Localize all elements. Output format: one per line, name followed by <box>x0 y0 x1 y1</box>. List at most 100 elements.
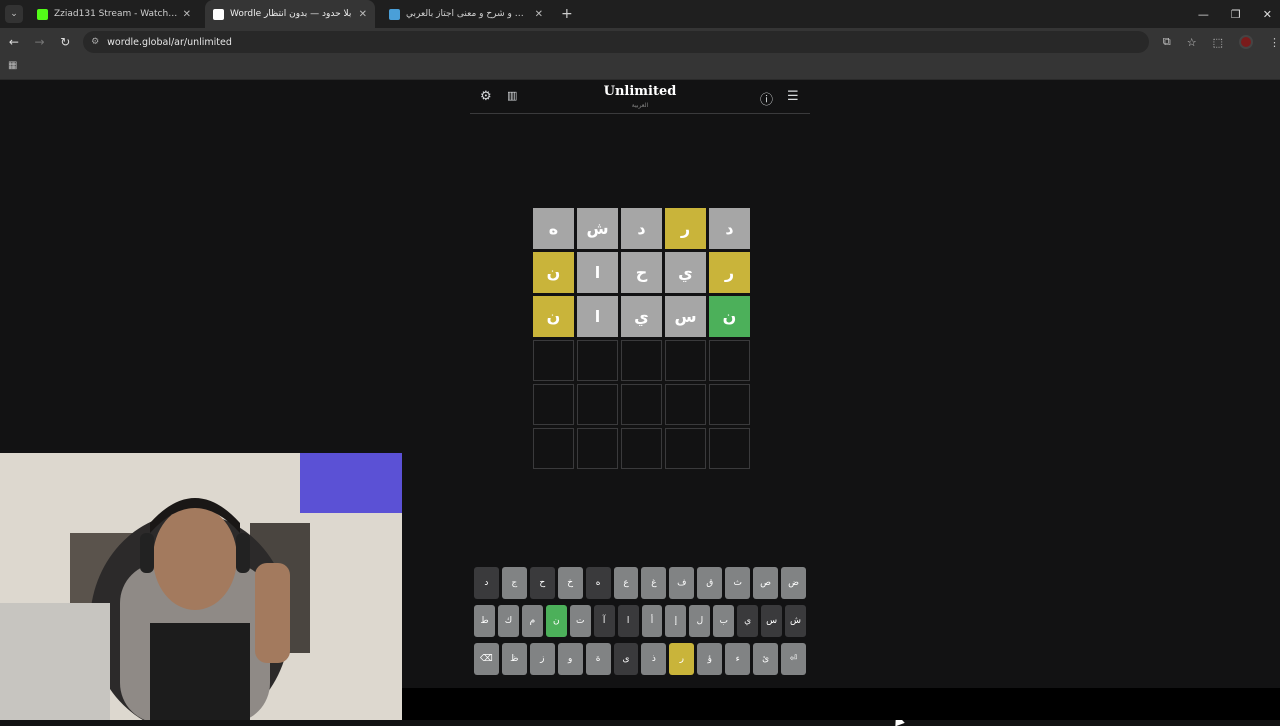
keyboard-key[interactable]: ن <box>545 605 567 637</box>
board-row: دردشه <box>530 208 750 249</box>
browser-tab[interactable]: Zziad131 Stream - Watch Live o ✕ <box>29 0 199 28</box>
back-icon[interactable]: ← <box>2 35 26 49</box>
board-row <box>530 428 750 469</box>
keyboard-key[interactable]: ث <box>725 567 751 599</box>
keyboard-key[interactable]: ك <box>498 605 519 637</box>
minimize-icon[interactable]: — <box>1198 8 1209 21</box>
keyboard-key[interactable]: ت <box>569 605 591 637</box>
close-tab-icon[interactable]: ✕ <box>359 9 367 20</box>
keyboard-key[interactable]: ش <box>785 605 806 637</box>
board-tile: ش <box>577 208 618 249</box>
profile-avatar[interactable] <box>1239 35 1254 49</box>
tab-title: تعريف و شرح و معنى اجتاز بالعربي <box>406 9 531 19</box>
tab-search-icon[interactable]: ⌄ <box>5 5 23 23</box>
tab-title: Zziad131 Stream - Watch Live o <box>54 9 179 19</box>
extensions-icon[interactable]: ⬚ <box>1213 36 1223 49</box>
board-tile: ا <box>577 296 618 337</box>
keyboard-key[interactable]: و <box>557 643 583 675</box>
keyboard-key[interactable]: ج <box>501 567 527 599</box>
board-tile: ي <box>621 296 662 337</box>
window-controls: — ❐ ✕ <box>1198 0 1272 28</box>
keyboard-key[interactable]: ئ <box>753 643 779 675</box>
keyboard-row: ضصثقفغعهخحجد <box>473 567 806 599</box>
close-tab-icon[interactable]: ✕ <box>535 9 543 20</box>
keyboard-key[interactable]: إ <box>665 605 687 637</box>
game-header: ⚙ ▥ Unlimited العربية ⓘ ☰ <box>470 80 810 114</box>
cast-icon[interactable]: ⧉ <box>1163 35 1171 49</box>
keyboard-key[interactable]: ذ <box>641 643 667 675</box>
keyboard-key[interactable]: آ <box>593 605 615 637</box>
board-tile <box>665 384 706 425</box>
keyboard-key[interactable]: ب <box>713 605 735 637</box>
board-tile: ر <box>709 252 750 293</box>
keyboard-key[interactable]: أ <box>641 605 663 637</box>
reload-icon[interactable]: ↻ <box>53 35 77 49</box>
browser-menu-icon[interactable]: ⋮ <box>1269 36 1280 49</box>
game-board: دردشهريحاننسيان <box>530 208 750 472</box>
board-tile: د <box>621 208 662 249</box>
keyboard-key[interactable]: ع <box>613 567 639 599</box>
board-tile: ي <box>665 252 706 293</box>
board-row: ريحان <box>530 252 750 293</box>
keyboard-key[interactable]: ز <box>529 643 555 675</box>
keyboard-key[interactable]: ط <box>474 605 496 637</box>
keyboard-key[interactable]: ض <box>781 567 806 599</box>
keyboard-key[interactable]: د <box>473 567 499 599</box>
board-tile: ر <box>665 208 706 249</box>
board-tile <box>533 428 574 469</box>
forward-icon[interactable]: → <box>28 35 52 49</box>
language-subtitle: العربية <box>631 102 649 109</box>
url-text: wordle.global/ar/unlimited <box>107 36 232 48</box>
keyboard-key[interactable]: ه <box>585 567 611 599</box>
board-tile: س <box>665 296 706 337</box>
browser-tab-bar: ⌄ Zziad131 Stream - Watch Live o✕Wordle … <box>0 0 1280 28</box>
kick-icon <box>37 8 48 20</box>
hamburger-menu-icon[interactable]: ☰ <box>787 89 799 104</box>
board-tile <box>621 428 662 469</box>
close-window-icon[interactable]: ✕ <box>1263 8 1272 21</box>
keyboard-key[interactable]: ظ <box>501 643 527 675</box>
close-tab-icon[interactable]: ✕ <box>183 9 191 20</box>
board-tile <box>665 428 706 469</box>
keyboard-key[interactable]: ى <box>613 643 639 675</box>
restore-icon[interactable]: ❐ <box>1231 8 1241 21</box>
board-tile: ا <box>577 252 618 293</box>
board-tile <box>709 340 750 381</box>
keyboard-key[interactable]: س <box>761 605 783 637</box>
browser-tab[interactable]: Wordle بلا حدود — بدون انتظار ✕ <box>205 0 375 28</box>
apps-grid-icon[interactable]: ▦ <box>8 60 17 71</box>
keyboard-key[interactable]: ح <box>529 567 555 599</box>
keyboard-key[interactable]: م <box>521 605 543 637</box>
info-icon[interactable]: ⓘ <box>760 89 773 108</box>
bookmark-star-icon[interactable]: ☆ <box>1187 36 1197 49</box>
wordle-icon <box>213 8 224 20</box>
board-row: نسيان <box>530 296 750 337</box>
backspace-key[interactable]: ⌫ <box>473 643 499 675</box>
keyboard-key[interactable]: ة <box>585 643 611 675</box>
board-row <box>530 340 750 381</box>
address-bar[interactable]: ⚙ wordle.global/ar/unlimited <box>83 31 1149 53</box>
keyboard-key[interactable]: ء <box>725 643 751 675</box>
site-info-icon[interactable]: ⚙ <box>91 37 99 47</box>
keyboard-key[interactable]: ق <box>697 567 723 599</box>
keyboard-key[interactable]: ؤ <box>697 643 723 675</box>
keyboard-key[interactable]: ر <box>669 643 695 675</box>
keyboard-key[interactable]: غ <box>641 567 667 599</box>
board-tile <box>533 340 574 381</box>
keyboard-key[interactable]: ا <box>617 605 639 637</box>
tab-title: Wordle بلا حدود — بدون انتظار <box>230 9 352 19</box>
new-tab-icon[interactable]: + <box>561 6 573 22</box>
bookmarks-bar: ▦ <box>0 56 1280 80</box>
board-tile: د <box>709 208 750 249</box>
keyboard-key[interactable]: خ <box>557 567 583 599</box>
enter-key[interactable]: ⏎ <box>781 643 806 675</box>
board-tile <box>577 340 618 381</box>
keyboard-key[interactable]: ص <box>753 567 779 599</box>
browser-tab[interactable]: تعريف و شرح و معنى اجتاز بالعربي ✕ <box>381 0 551 28</box>
board-row <box>530 384 750 425</box>
keyboard-key[interactable]: ل <box>689 605 711 637</box>
keyboard-key[interactable]: ي <box>737 605 759 637</box>
board-tile <box>577 384 618 425</box>
keyboard-key[interactable]: ف <box>669 567 695 599</box>
board-tile: ن <box>533 296 574 337</box>
